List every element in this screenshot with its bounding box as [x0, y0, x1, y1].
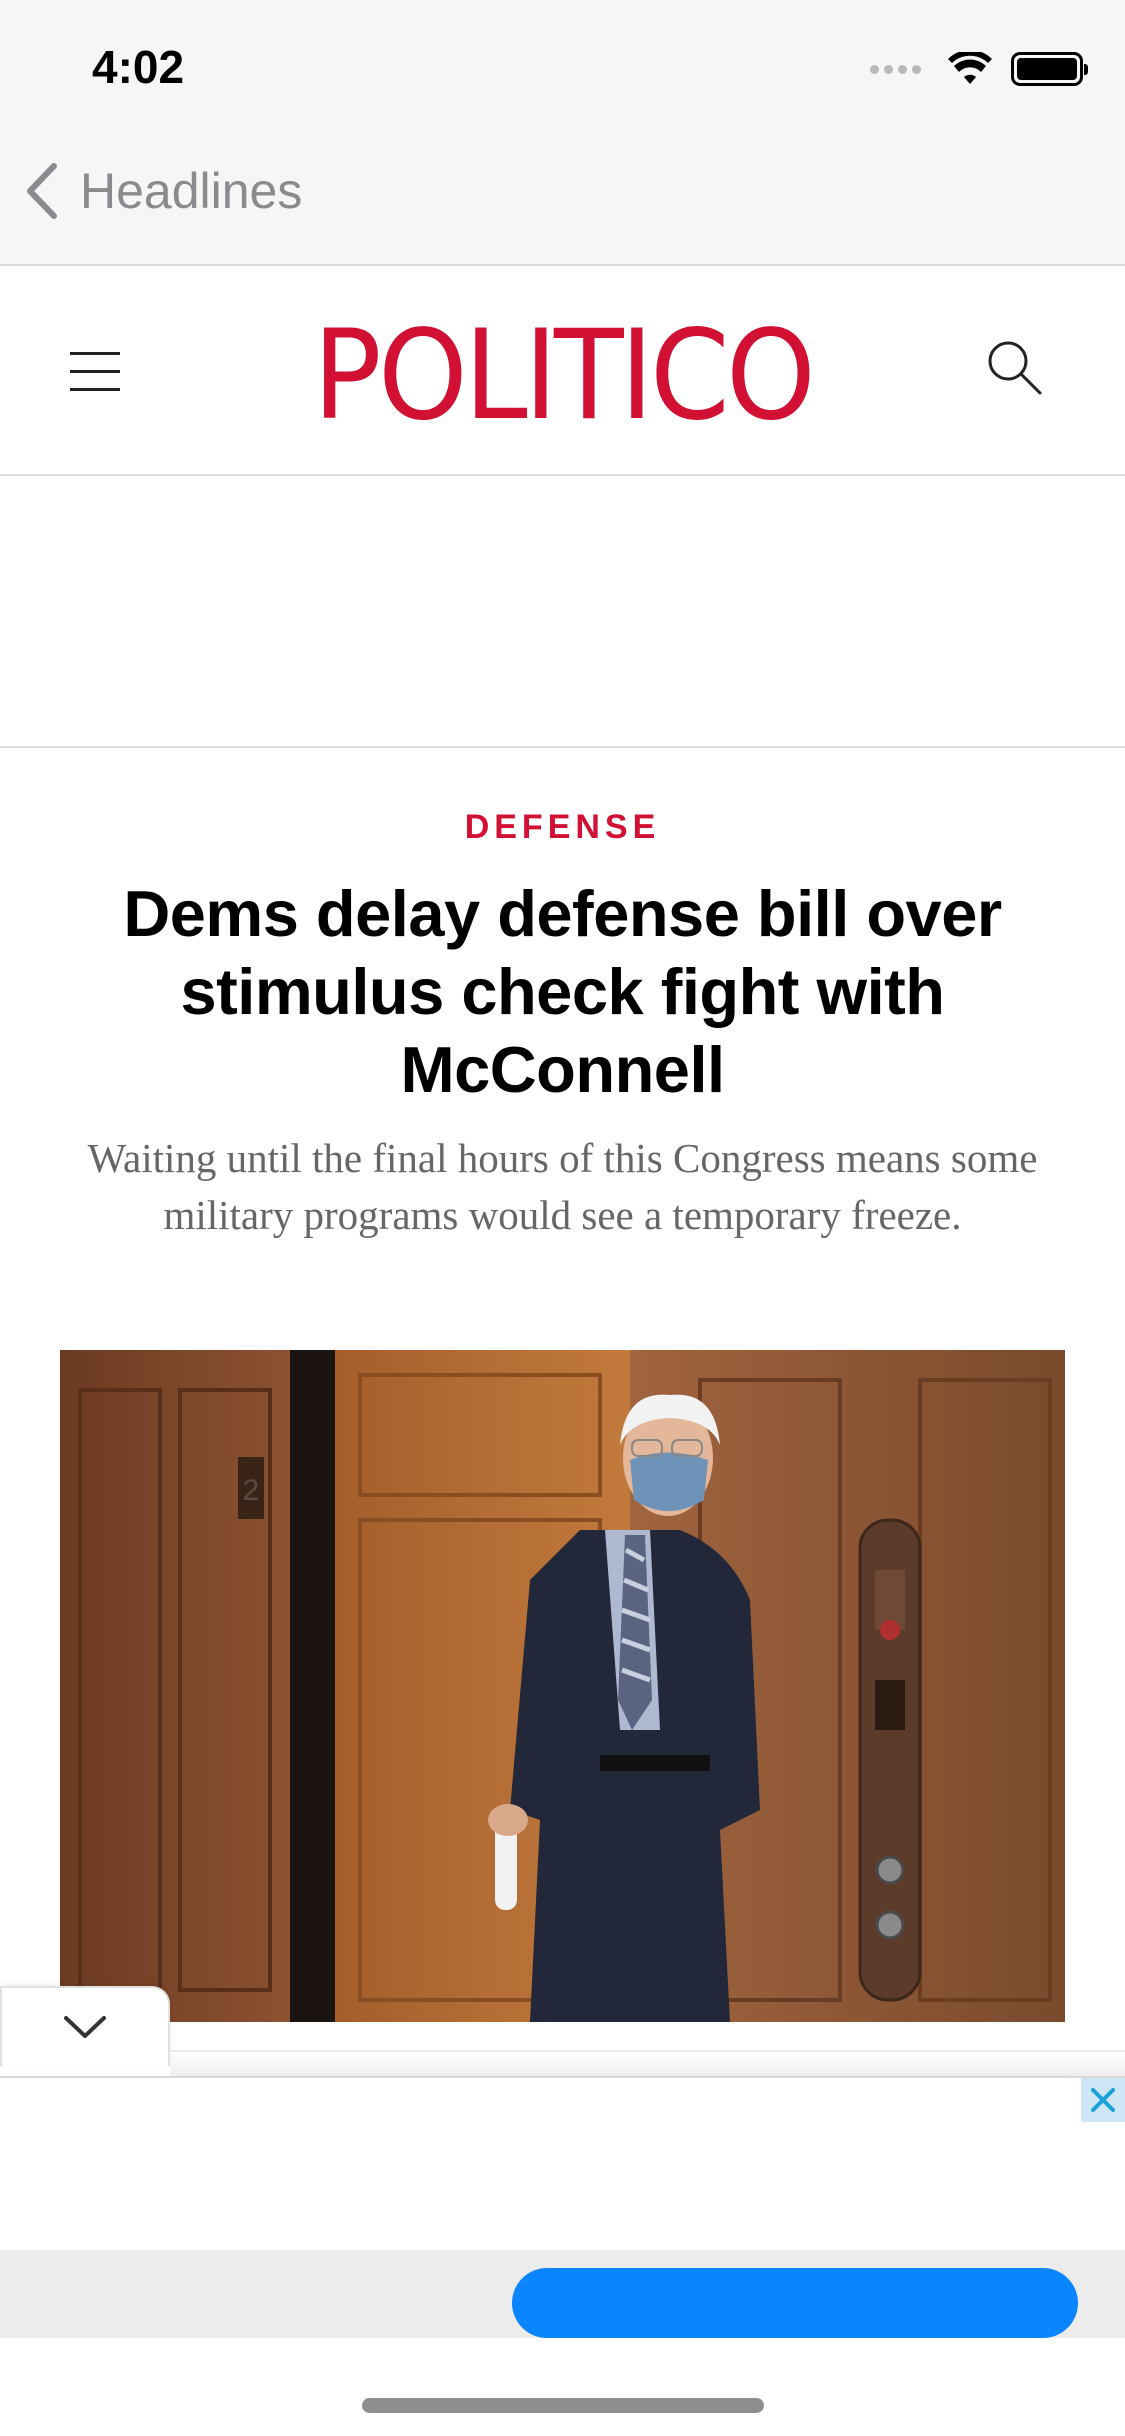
article-photo: 2 — [60, 1350, 1065, 2022]
politico-logo[interactable]: POLITICO — [45, 304, 1080, 448]
article-headline: Dems delay defense bill over stimulus ch… — [123, 877, 1002, 1106]
floor-number: 2 — [243, 1474, 260, 1507]
close-icon — [1091, 2088, 1115, 2112]
ad-shadow — [170, 2050, 1125, 2076]
section-label[interactable]: DEFENSE — [0, 808, 1125, 847]
ad-slot-top — [0, 478, 1125, 748]
wifi-icon — [948, 52, 992, 84]
ad-cta-button[interactable] — [512, 2268, 1078, 2338]
ad-close-button[interactable] — [1081, 2078, 1125, 2122]
search-icon — [988, 341, 1042, 395]
search-button[interactable] — [985, 338, 1043, 401]
collapse-ad-button[interactable] — [0, 1986, 170, 2066]
cellular-signal-icon — [870, 64, 921, 74]
status-indicators — [870, 52, 1088, 86]
top-chrome: 4:02 Headlines — [0, 0, 1125, 266]
status-time: 4:02 — [92, 41, 185, 93]
battery-icon — [1011, 52, 1088, 86]
site-header: POLITICO — [0, 268, 1125, 476]
article-dek: Waiting until the final hours of this Co… — [87, 1135, 1038, 1238]
ad-footer — [0, 2250, 1125, 2338]
home-indicator[interactable] — [362, 2398, 764, 2413]
chevron-down-icon — [64, 2016, 106, 2038]
back-button[interactable]: Headlines — [22, 160, 302, 222]
chevron-left-icon — [27, 163, 57, 219]
ad-banner[interactable] — [0, 2076, 1125, 2338]
back-label: Headlines — [80, 163, 303, 219]
